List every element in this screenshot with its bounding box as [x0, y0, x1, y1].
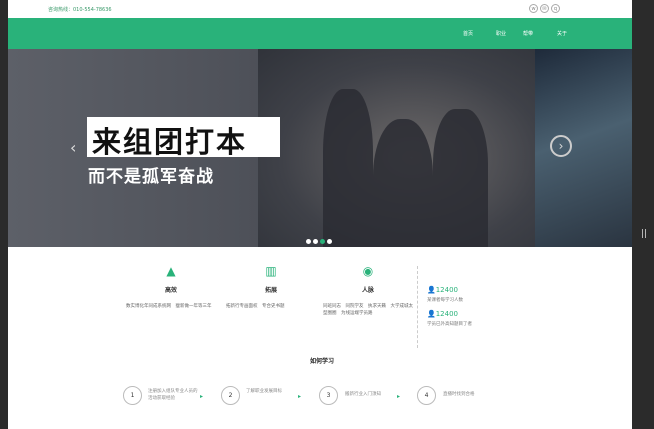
weibo-icon[interactable]: w	[529, 4, 538, 13]
hotline-text: 咨询热线：010-554-78636	[48, 7, 112, 13]
broadcast-icon: ◉	[362, 264, 374, 278]
stat-value: 👤12400	[427, 310, 458, 318]
window-sidebar	[632, 0, 654, 429]
stat-label: 学员已外高知题目了者	[427, 322, 472, 327]
arrow-right-icon: ▸	[298, 393, 302, 400]
character-figure	[373, 119, 433, 247]
banner-title: 来组团打本	[92, 125, 248, 159]
books-icon: ▥	[265, 264, 277, 278]
page: 咨询热线：010-554-78636 w ✉ q 首页 职业 帮带 关于 来组团…	[8, 0, 632, 429]
nav-item-career[interactable]: 职业	[496, 30, 506, 37]
feature-efficient: ▲ 高效 数实博化年同成系统网 瘦新做一年等三年	[126, 263, 216, 310]
top-bar: 咨询热线：010-554-78636 w ✉ q	[8, 0, 632, 18]
divider	[417, 266, 418, 348]
step-number: 2	[221, 386, 240, 405]
slide-dot[interactable]	[306, 239, 311, 244]
slide-dots	[306, 239, 332, 244]
feature-network: ◉ 人脉 同班同志 同院学友 执求天籁 大学成城太型圈圈 为线运端学员路	[323, 263, 413, 317]
step-number: 4	[417, 386, 436, 405]
nav-item-guide[interactable]: 帮带	[523, 30, 533, 37]
slide-dot[interactable]	[327, 239, 332, 244]
arrow-right-icon: ▸	[200, 393, 204, 400]
banner-subtitle: 而不是孤军奋战	[88, 167, 214, 187]
rocket-icon: ▲	[166, 264, 176, 278]
step-text: 搬新行业入门须知	[345, 392, 381, 397]
feature-desc: 拓新行专画面权 专合史书题	[226, 304, 285, 309]
slide-dot[interactable]	[313, 239, 318, 244]
qq-icon[interactable]: q	[551, 4, 560, 13]
wechat-icon[interactable]: ✉	[540, 4, 549, 13]
nav-item-home[interactable]: 首页	[463, 30, 473, 37]
step-number: 3	[319, 386, 338, 405]
next-slide-icon[interactable]: ›	[550, 135, 572, 157]
feature-title: 高效	[164, 287, 177, 294]
step-number: 1	[123, 386, 142, 405]
prev-slide-icon[interactable]: ‹	[70, 138, 76, 157]
feature-expand: ▥ 拓展 拓新行专画面权 专合史书题	[226, 263, 316, 310]
how-to-learn-title: 如何学习	[310, 358, 335, 365]
step-text: 注册加入组队专业人员的活动获取经验	[148, 389, 198, 401]
feature-title: 拓展	[264, 287, 277, 294]
stat-label: 某课者每学习人数	[427, 298, 463, 303]
feature-desc: 数实博化年同成系统网 瘦新做一年等三年	[126, 304, 212, 309]
nav-item-about[interactable]: 关于	[557, 30, 567, 37]
step-text: 直播时找到合格	[443, 392, 475, 397]
resize-grip-icon[interactable]: ||	[641, 229, 647, 239]
character-figure	[433, 109, 488, 247]
stat-value: 👤12400	[427, 286, 458, 294]
nav-bar: 首页 职业 帮带 关于	[8, 18, 632, 49]
feature-title: 人脉	[361, 287, 374, 294]
hero-banner: 来组团打本 而不是孤军奋战 ‹ ›	[8, 49, 632, 247]
character-figure	[323, 89, 373, 247]
slide-dot[interactable]	[320, 239, 325, 244]
social-icons: w ✉ q	[529, 4, 560, 13]
feature-desc: 同班同志 同院学友 执求天籁 大学成城太型圈圈 为线运端学员路	[323, 304, 413, 316]
arrow-right-icon: ▸	[397, 393, 401, 400]
step-text: 了解职业发展目标	[246, 389, 282, 394]
